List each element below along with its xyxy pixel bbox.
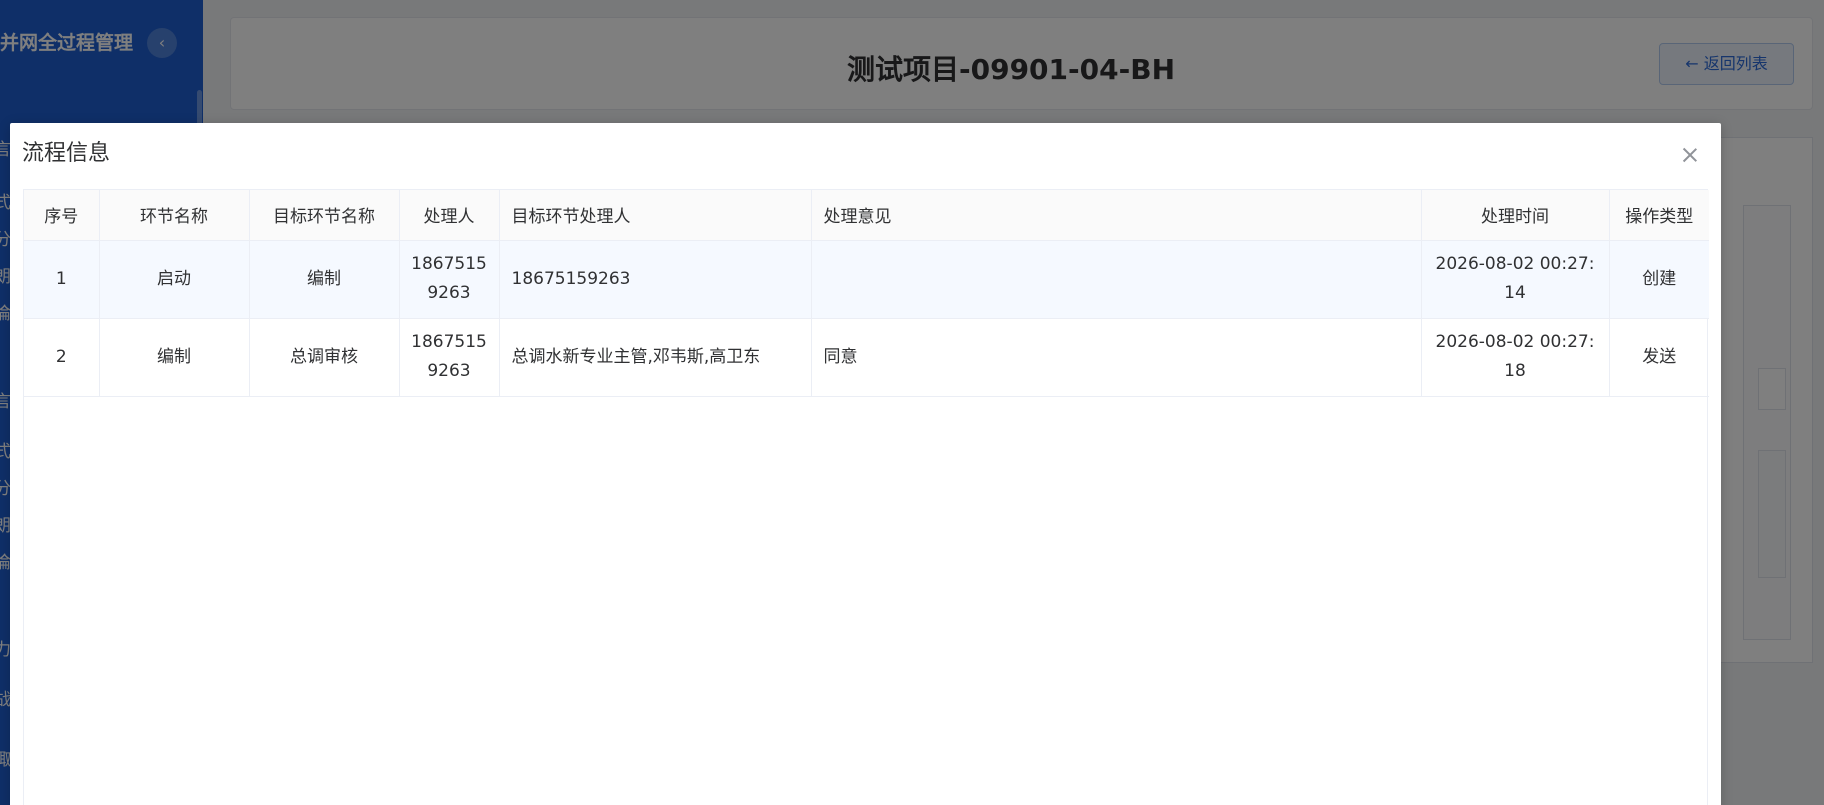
table-row[interactable]: 2 编制 总调审核 18675159263 总调水新专业主管,邓韦斯,高卫东 同… [24, 318, 1709, 397]
column-header-target-step: 目标环节名称 [249, 190, 400, 241]
cell-time: 2026-08-02 00:27:18 [1421, 318, 1610, 397]
cell-handler: 18675159263 [399, 240, 500, 319]
column-header-opinion: 处理意见 [811, 190, 1422, 241]
cell-opinion [811, 240, 1422, 319]
cell-index: 1 [24, 240, 100, 319]
cell-target-step: 总调审核 [249, 318, 400, 397]
cell-time: 2026-08-02 00:27:14 [1421, 240, 1610, 319]
process-table: 序号 环节名称 目标环节名称 处理人 目标环节处理人 处理意见 处理时间 操作类… [23, 189, 1709, 805]
cell-opinion: 同意 [811, 318, 1422, 397]
dialog-title: 流程信息 [22, 141, 111, 166]
cell-step: 启动 [99, 240, 250, 319]
column-header-time: 处理时间 [1421, 190, 1610, 241]
cell-index: 2 [24, 318, 100, 397]
cell-handler: 18675159263 [399, 318, 500, 397]
cell-op-type: 发送 [1609, 318, 1709, 397]
column-header-index: 序号 [24, 190, 100, 241]
table-row[interactable]: 1 启动 编制 18675159263 18675159263 2026-08-… [24, 240, 1709, 319]
table-header-row: 序号 环节名称 目标环节名称 处理人 目标环节处理人 处理意见 处理时间 操作类… [24, 190, 1709, 241]
cell-op-type: 创建 [1609, 240, 1709, 319]
close-icon[interactable] [1680, 145, 1700, 165]
column-header-target-handler: 目标环节处理人 [499, 190, 812, 241]
process-info-dialog: 流程信息 序号 环节名称 目标环节名称 处理人 目标环节处理人 处理意见 处理时… [10, 123, 1721, 805]
cell-target-step: 编制 [249, 240, 400, 319]
cell-target-handler: 总调水新专业主管,邓韦斯,高卫东 [499, 318, 812, 397]
column-header-handler: 处理人 [399, 190, 500, 241]
column-header-step: 环节名称 [99, 190, 250, 241]
cell-target-handler: 18675159263 [499, 240, 812, 319]
cell-step: 编制 [99, 318, 250, 397]
column-header-op-type: 操作类型 [1609, 190, 1709, 241]
